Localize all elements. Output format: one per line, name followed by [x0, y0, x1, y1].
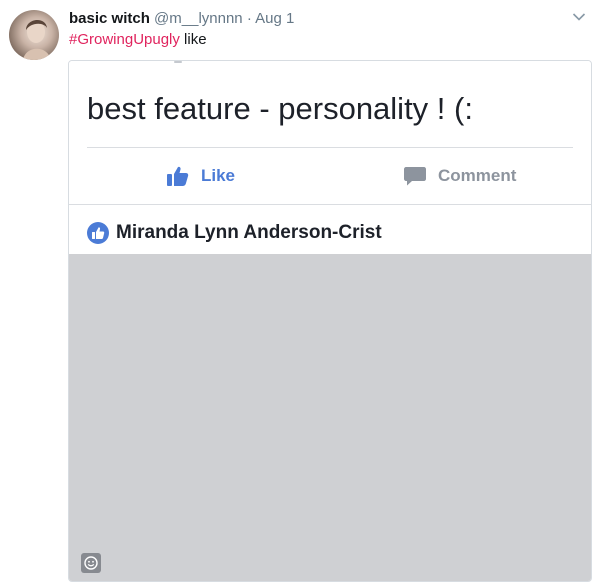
- tweet-text-rest: like: [179, 31, 207, 48]
- separator-dot: ·: [246, 10, 252, 27]
- tweet-media-image[interactable]: best feature - personality ! (: Like Com…: [68, 60, 592, 582]
- user-handle[interactable]: @m__lynnnn: [154, 10, 243, 27]
- avatar[interactable]: [9, 10, 59, 60]
- comment-button: Comment: [404, 161, 516, 191]
- divider: [69, 204, 591, 205]
- like-label: Like: [201, 166, 236, 185]
- display-name[interactable]: basic witch: [69, 10, 150, 27]
- liker-name: Miranda Lynn Anderson-Crist: [116, 222, 382, 243]
- cropped-edge: [69, 61, 591, 65]
- tweet-header: basic witch @m__lynnnn · Aug 1: [69, 10, 294, 30]
- tweet-text: #GrowingUpugly like: [69, 31, 207, 49]
- emoji-icon: [81, 553, 101, 573]
- like-button: Like: [167, 161, 235, 191]
- divider: [87, 147, 573, 148]
- hashtag-link[interactable]: #GrowingUpugly: [69, 31, 180, 48]
- post-text: best feature - personality ! (:: [87, 91, 473, 126]
- tweet-date[interactable]: Aug 1: [255, 10, 294, 27]
- photo-placeholder: [69, 254, 591, 581]
- comment-icon: [404, 167, 426, 186]
- caret-down-icon[interactable]: [572, 12, 586, 22]
- thumbs-up-icon: [167, 166, 189, 186]
- like-badge-icon: [87, 222, 109, 244]
- comment-label: Comment: [438, 166, 517, 185]
- liker-row: Miranda Lynn Anderson-Crist: [87, 221, 382, 245]
